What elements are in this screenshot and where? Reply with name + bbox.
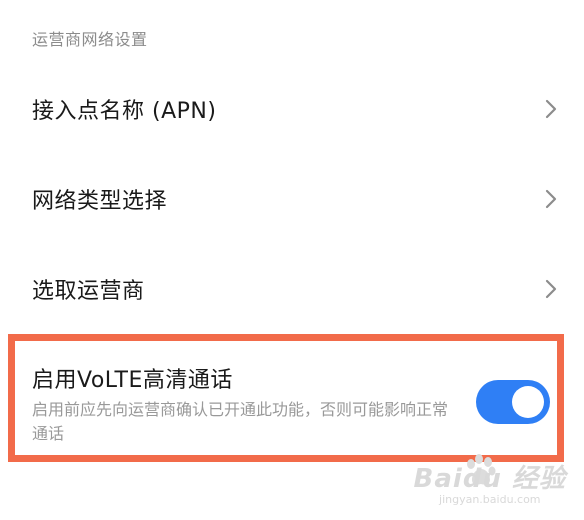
list-item-label: 网络类型选择 [32,189,168,214]
section-title: 运营商网络设置 [32,30,148,49]
chevron-right-icon [545,189,557,209]
chevron-right-icon [545,279,557,299]
list-item-apn[interactable]: 接入点名称 (APN) [0,64,584,154]
watermark: Baidu 经验 jingyan.baidu.com [414,458,566,506]
chevron-right-icon [545,99,557,119]
volte-toggle[interactable] [476,380,550,424]
list-item-carrier[interactable]: 选取运营商 [0,244,584,334]
toggle-knob [512,386,544,418]
watermark-main: Baidu 经验 [413,464,566,494]
list-item-label: 选取运营商 [32,279,145,304]
volte-description: 启用前应先向运营商确认已开通此功能，否则可能影响正常通话 [32,400,449,443]
volte-title: 启用VoLTE高清通话 [32,368,233,393]
list-item-label: 接入点名称 (APN) [32,99,217,124]
list-item-network-type[interactable]: 网络类型选择 [0,154,584,244]
